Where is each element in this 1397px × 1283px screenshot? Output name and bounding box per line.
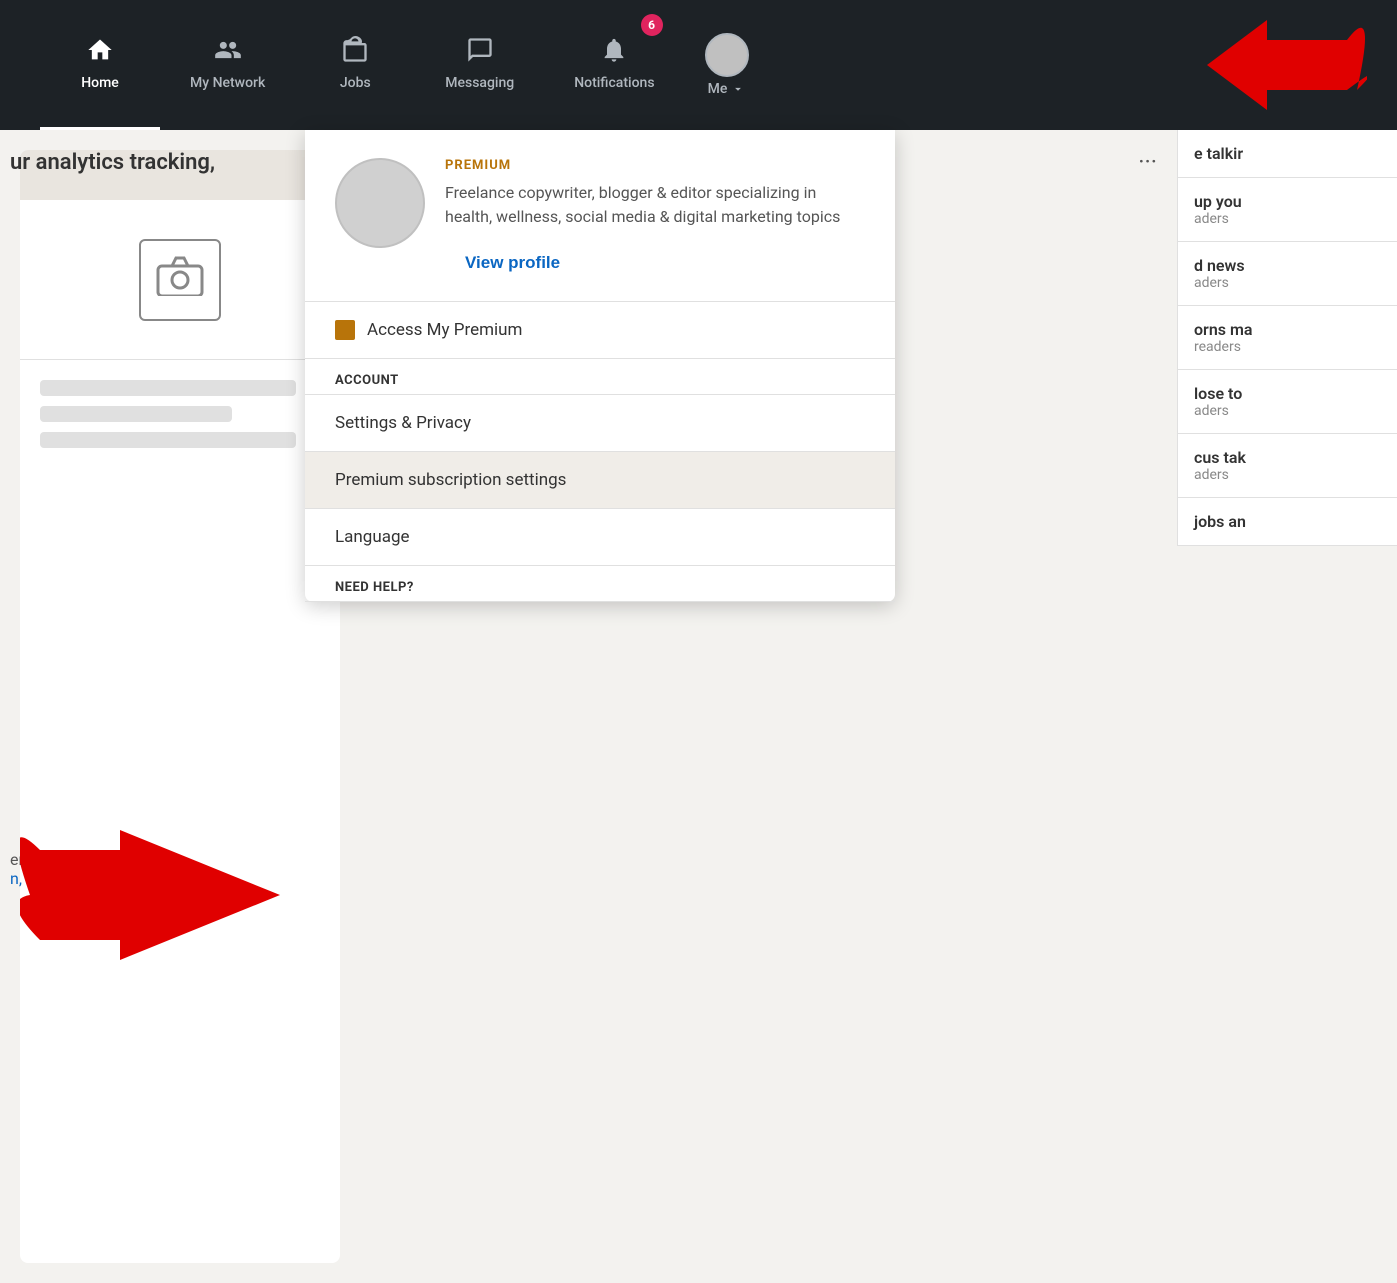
language-item[interactable]: Language xyxy=(305,509,895,565)
settings-privacy-label: Settings & Privacy xyxy=(335,413,471,433)
rst-item-2: d news aders xyxy=(1178,242,1397,306)
rst-label-1: up you xyxy=(1194,192,1381,211)
rst-sub-5: aders xyxy=(1194,467,1381,483)
me-dropdown-menu: PREMIUM Freelance copywriter, blogger & … xyxy=(305,130,895,602)
settings-privacy-item[interactable]: Settings & Privacy xyxy=(305,395,895,451)
partial-text-analytics: ur analytics tracking, xyxy=(10,150,215,175)
notifications-icon xyxy=(600,36,628,71)
camera-icon xyxy=(139,239,221,321)
rst-label-3: orns ma xyxy=(1194,320,1381,339)
rst-sub-2: aders xyxy=(1194,275,1381,291)
nav-item-messaging[interactable]: Messaging xyxy=(415,0,544,130)
account-section: ACCOUNT xyxy=(305,359,895,395)
profile-avatar xyxy=(335,158,425,248)
settings-privacy-section: Settings & Privacy xyxy=(305,395,895,452)
nav-item-jobs[interactable]: Jobs xyxy=(295,0,415,130)
skeleton-line xyxy=(40,432,296,448)
three-dots-menu[interactable]: ··· xyxy=(1138,148,1157,176)
arrow-top-right xyxy=(1187,10,1367,174)
nav-items: Home My Network Jobs Messaging 6 N xyxy=(40,0,769,130)
rst-sub-1: aders xyxy=(1194,211,1381,227)
language-section: Language xyxy=(305,509,895,566)
camera-section xyxy=(20,200,340,360)
profile-description: Freelance copywriter, blogger & editor s… xyxy=(445,181,865,229)
left-panel xyxy=(20,150,340,1263)
arrow-bottom-left xyxy=(20,820,300,984)
nav-item-me[interactable]: Me xyxy=(685,0,769,130)
notifications-label: Notifications xyxy=(574,75,654,91)
left-lines xyxy=(20,360,340,468)
messaging-label: Messaging xyxy=(445,75,514,91)
dropdown-profile-section: PREMIUM Freelance copywriter, blogger & … xyxy=(305,130,895,302)
nav-item-notifications[interactable]: 6 Notifications xyxy=(544,0,684,130)
rst-label-6: jobs an xyxy=(1194,512,1381,531)
my-network-icon xyxy=(214,36,242,71)
rst-label-4: lose to xyxy=(1194,384,1381,403)
account-section-label: ACCOUNT xyxy=(305,359,895,394)
messaging-icon xyxy=(466,36,494,71)
access-premium-item[interactable]: Access My Premium xyxy=(305,302,895,358)
jobs-label: Jobs xyxy=(340,75,371,91)
view-profile-button[interactable]: View profile xyxy=(445,245,580,281)
premium-subscription-item[interactable]: Premium subscription settings xyxy=(305,452,895,508)
need-help-section: NEED HELP? xyxy=(305,566,895,602)
right-side-panel: e talkir up you aders d news aders orns … xyxy=(1177,130,1397,546)
rst-label-5: cus tak xyxy=(1194,448,1381,467)
rst-item-1: up you aders xyxy=(1178,178,1397,242)
profile-info: PREMIUM Freelance copywriter, blogger & … xyxy=(445,158,865,281)
premium-badge: PREMIUM xyxy=(445,158,865,173)
jobs-icon xyxy=(341,36,369,71)
notification-badge: 6 xyxy=(641,14,663,36)
rst-item-3: orns ma readers xyxy=(1178,306,1397,370)
me-avatar xyxy=(705,33,749,77)
premium-subscription-section: Premium subscription settings xyxy=(305,452,895,509)
home-label: Home xyxy=(81,75,119,91)
rst-sub-4: aders xyxy=(1194,403,1381,419)
rst-item-5: cus tak aders xyxy=(1178,434,1397,498)
me-label: Me xyxy=(708,81,746,97)
access-premium-label: Access My Premium xyxy=(367,320,522,340)
home-icon xyxy=(86,36,114,71)
rst-sub-3: readers xyxy=(1194,339,1381,355)
skeleton-line xyxy=(40,380,296,396)
my-network-label: My Network xyxy=(190,75,265,91)
rst-label-2: d news xyxy=(1194,256,1381,275)
nav-item-home[interactable]: Home xyxy=(40,0,160,130)
rst-item-6: jobs an xyxy=(1178,498,1397,546)
nav-item-my-network[interactable]: My Network xyxy=(160,0,295,130)
need-help-label: NEED HELP? xyxy=(305,566,895,601)
rst-item-4: lose to aders xyxy=(1178,370,1397,434)
language-label: Language xyxy=(335,527,410,547)
premium-subscription-label: Premium subscription settings xyxy=(335,470,566,490)
skeleton-line xyxy=(40,406,232,422)
access-premium-section: Access My Premium xyxy=(305,302,895,359)
premium-icon xyxy=(335,320,355,340)
